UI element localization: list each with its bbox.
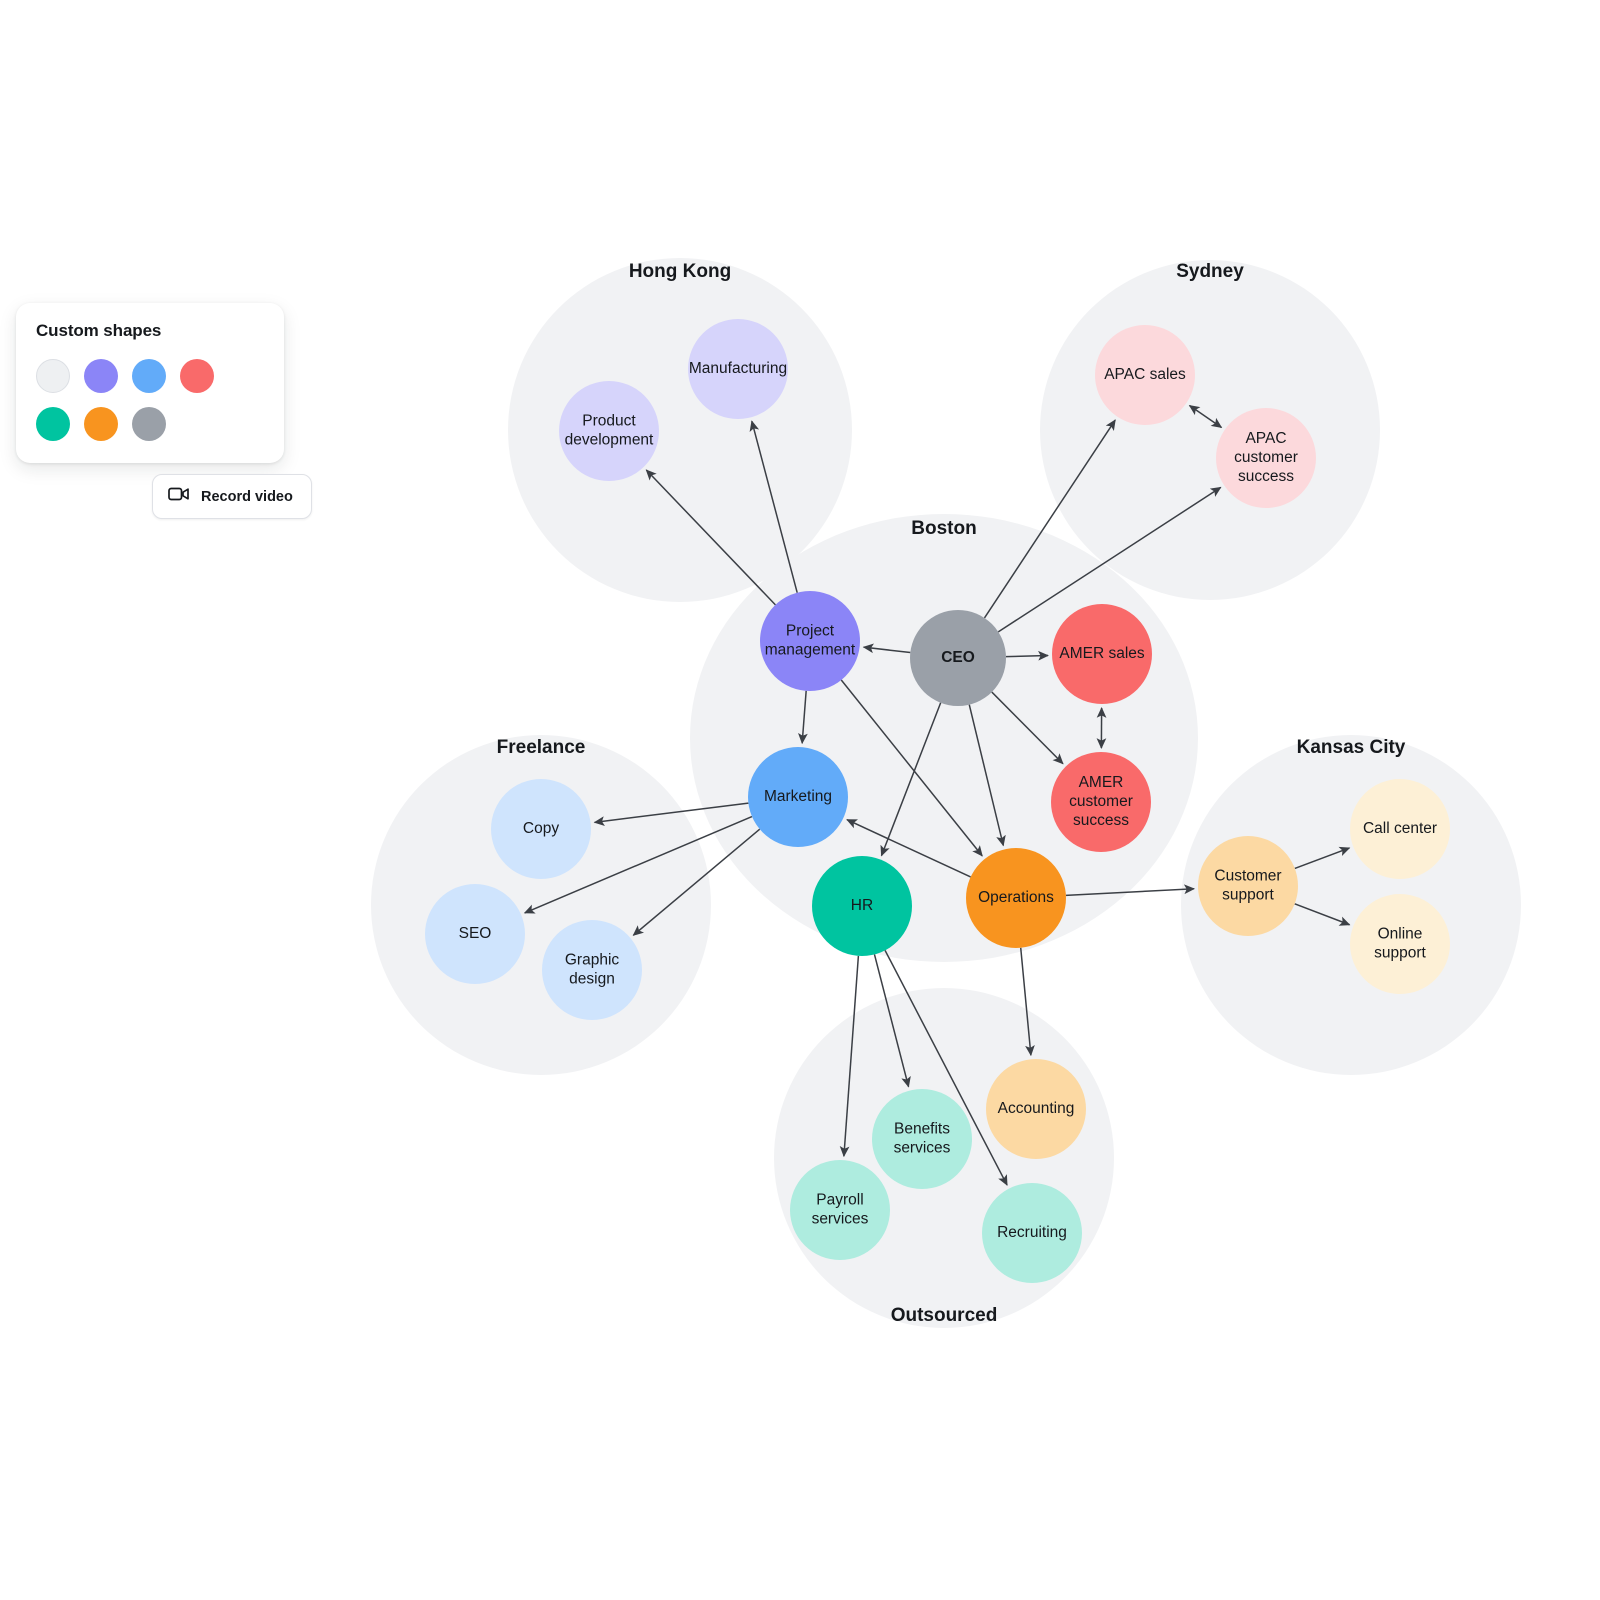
- node-seo[interactable]: SEO: [425, 884, 525, 984]
- node-onlinesupp[interactable]: Online support: [1350, 894, 1450, 994]
- swatch-teal[interactable]: [36, 407, 70, 441]
- node-projmgmt[interactable]: Project management: [760, 591, 860, 691]
- node-label-amersales: AMER sales: [1059, 645, 1145, 662]
- node-recruiting[interactable]: Recruiting: [982, 1183, 1082, 1283]
- node-label-amercs: AMER customer success: [1069, 774, 1133, 829]
- node-label-copy: Copy: [523, 820, 559, 837]
- custom-shapes-panel: Custom shapes: [16, 303, 284, 463]
- node-callcenter[interactable]: Call center: [1350, 779, 1450, 879]
- node-label-operations: Operations: [978, 889, 1054, 906]
- swatch-red[interactable]: [180, 359, 214, 393]
- node-amersales[interactable]: AMER sales: [1052, 604, 1152, 704]
- node-accounting[interactable]: Accounting: [986, 1059, 1086, 1159]
- swatch-blue[interactable]: [132, 359, 166, 393]
- swatch-purple[interactable]: [84, 359, 118, 393]
- node-ceo[interactable]: CEO: [910, 610, 1006, 706]
- node-label-callcenter: Call center: [1363, 820, 1437, 837]
- node-graphic[interactable]: Graphic design: [542, 920, 642, 1020]
- node-label-ceo: CEO: [941, 649, 975, 666]
- node-apaccs[interactable]: APAC customer success: [1216, 408, 1316, 508]
- node-amercs[interactable]: AMER customer success: [1051, 752, 1151, 852]
- node-custsupp[interactable]: Customer support: [1198, 836, 1298, 936]
- node-label-seo: SEO: [459, 925, 492, 942]
- node-label-manufact: Manufacturing: [689, 360, 787, 377]
- node-label-apacsales: APAC sales: [1104, 366, 1186, 383]
- node-benefits[interactable]: Benefits services: [872, 1089, 972, 1189]
- node-marketing[interactable]: Marketing: [748, 747, 848, 847]
- cluster-boston[interactable]: [690, 514, 1198, 962]
- record-video-label: Record video: [201, 488, 293, 505]
- node-label-hr: HR: [851, 897, 873, 914]
- node-copy[interactable]: Copy: [491, 779, 591, 879]
- node-apacsales[interactable]: APAC sales: [1095, 325, 1195, 425]
- node-payroll[interactable]: Payroll services: [790, 1160, 890, 1260]
- node-label-recruiting: Recruiting: [997, 1224, 1067, 1241]
- node-manufact[interactable]: Manufacturing: [688, 319, 788, 419]
- node-proddev[interactable]: Product development: [559, 381, 659, 481]
- cluster-label-sydney: Sydney: [1176, 261, 1244, 282]
- node-label-marketing: Marketing: [764, 788, 832, 805]
- cluster-sydney[interactable]: [1040, 260, 1380, 600]
- cluster-label-outsourced: Outsourced: [891, 1305, 998, 1326]
- swatch-orange[interactable]: [84, 407, 118, 441]
- cluster-label-boston: Boston: [911, 518, 976, 539]
- diagram-canvas[interactable]: CEO Project management Marketing HR Operation…: [0, 0, 1600, 1600]
- swatch-grid: [36, 359, 246, 441]
- video-camera-icon: [168, 486, 190, 507]
- record-video-button[interactable]: Record video: [152, 474, 312, 519]
- swatch-white[interactable]: [36, 359, 70, 393]
- node-label-accounting: Accounting: [998, 1100, 1075, 1117]
- custom-shapes-title: Custom shapes: [36, 321, 162, 340]
- swatch-gray[interactable]: [132, 407, 166, 441]
- node-hr[interactable]: HR: [812, 856, 912, 956]
- cluster-label-hongkong: Hong Kong: [629, 261, 731, 282]
- node-operations[interactable]: Operations: [966, 848, 1066, 948]
- cluster-label-kansas: Kansas City: [1297, 737, 1406, 758]
- cluster-label-freelance: Freelance: [497, 737, 586, 758]
